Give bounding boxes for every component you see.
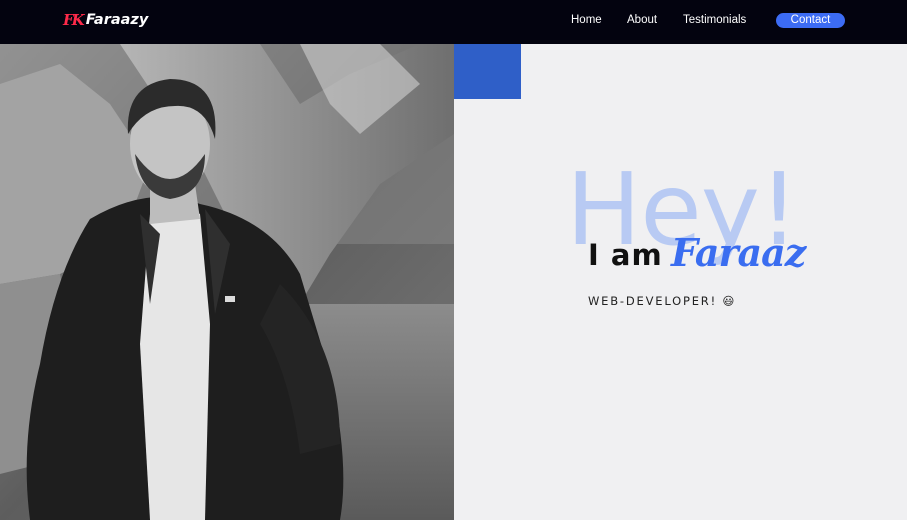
navbar: FK Faraazy Home About Testimonials Conta… [0,0,907,44]
role-subtitle: WEB-DEVELOPER! 😃 [588,294,737,308]
nav-home-link[interactable]: Home [571,14,602,26]
brand-mark: FK [63,10,85,29]
brand-name: Faraazy [85,11,149,28]
hero-photo [0,44,454,520]
intro-heading: I am [588,238,663,272]
nav-testimonials-link[interactable]: Testimonials [683,14,746,26]
brand-logo[interactable]: FK Faraazy [63,9,148,31]
accent-block [454,44,521,99]
nav-about-link[interactable]: About [627,14,657,26]
contact-button[interactable]: Contact [776,13,845,28]
portrait-image [0,44,454,520]
name-script: Faraaz [671,230,806,275]
